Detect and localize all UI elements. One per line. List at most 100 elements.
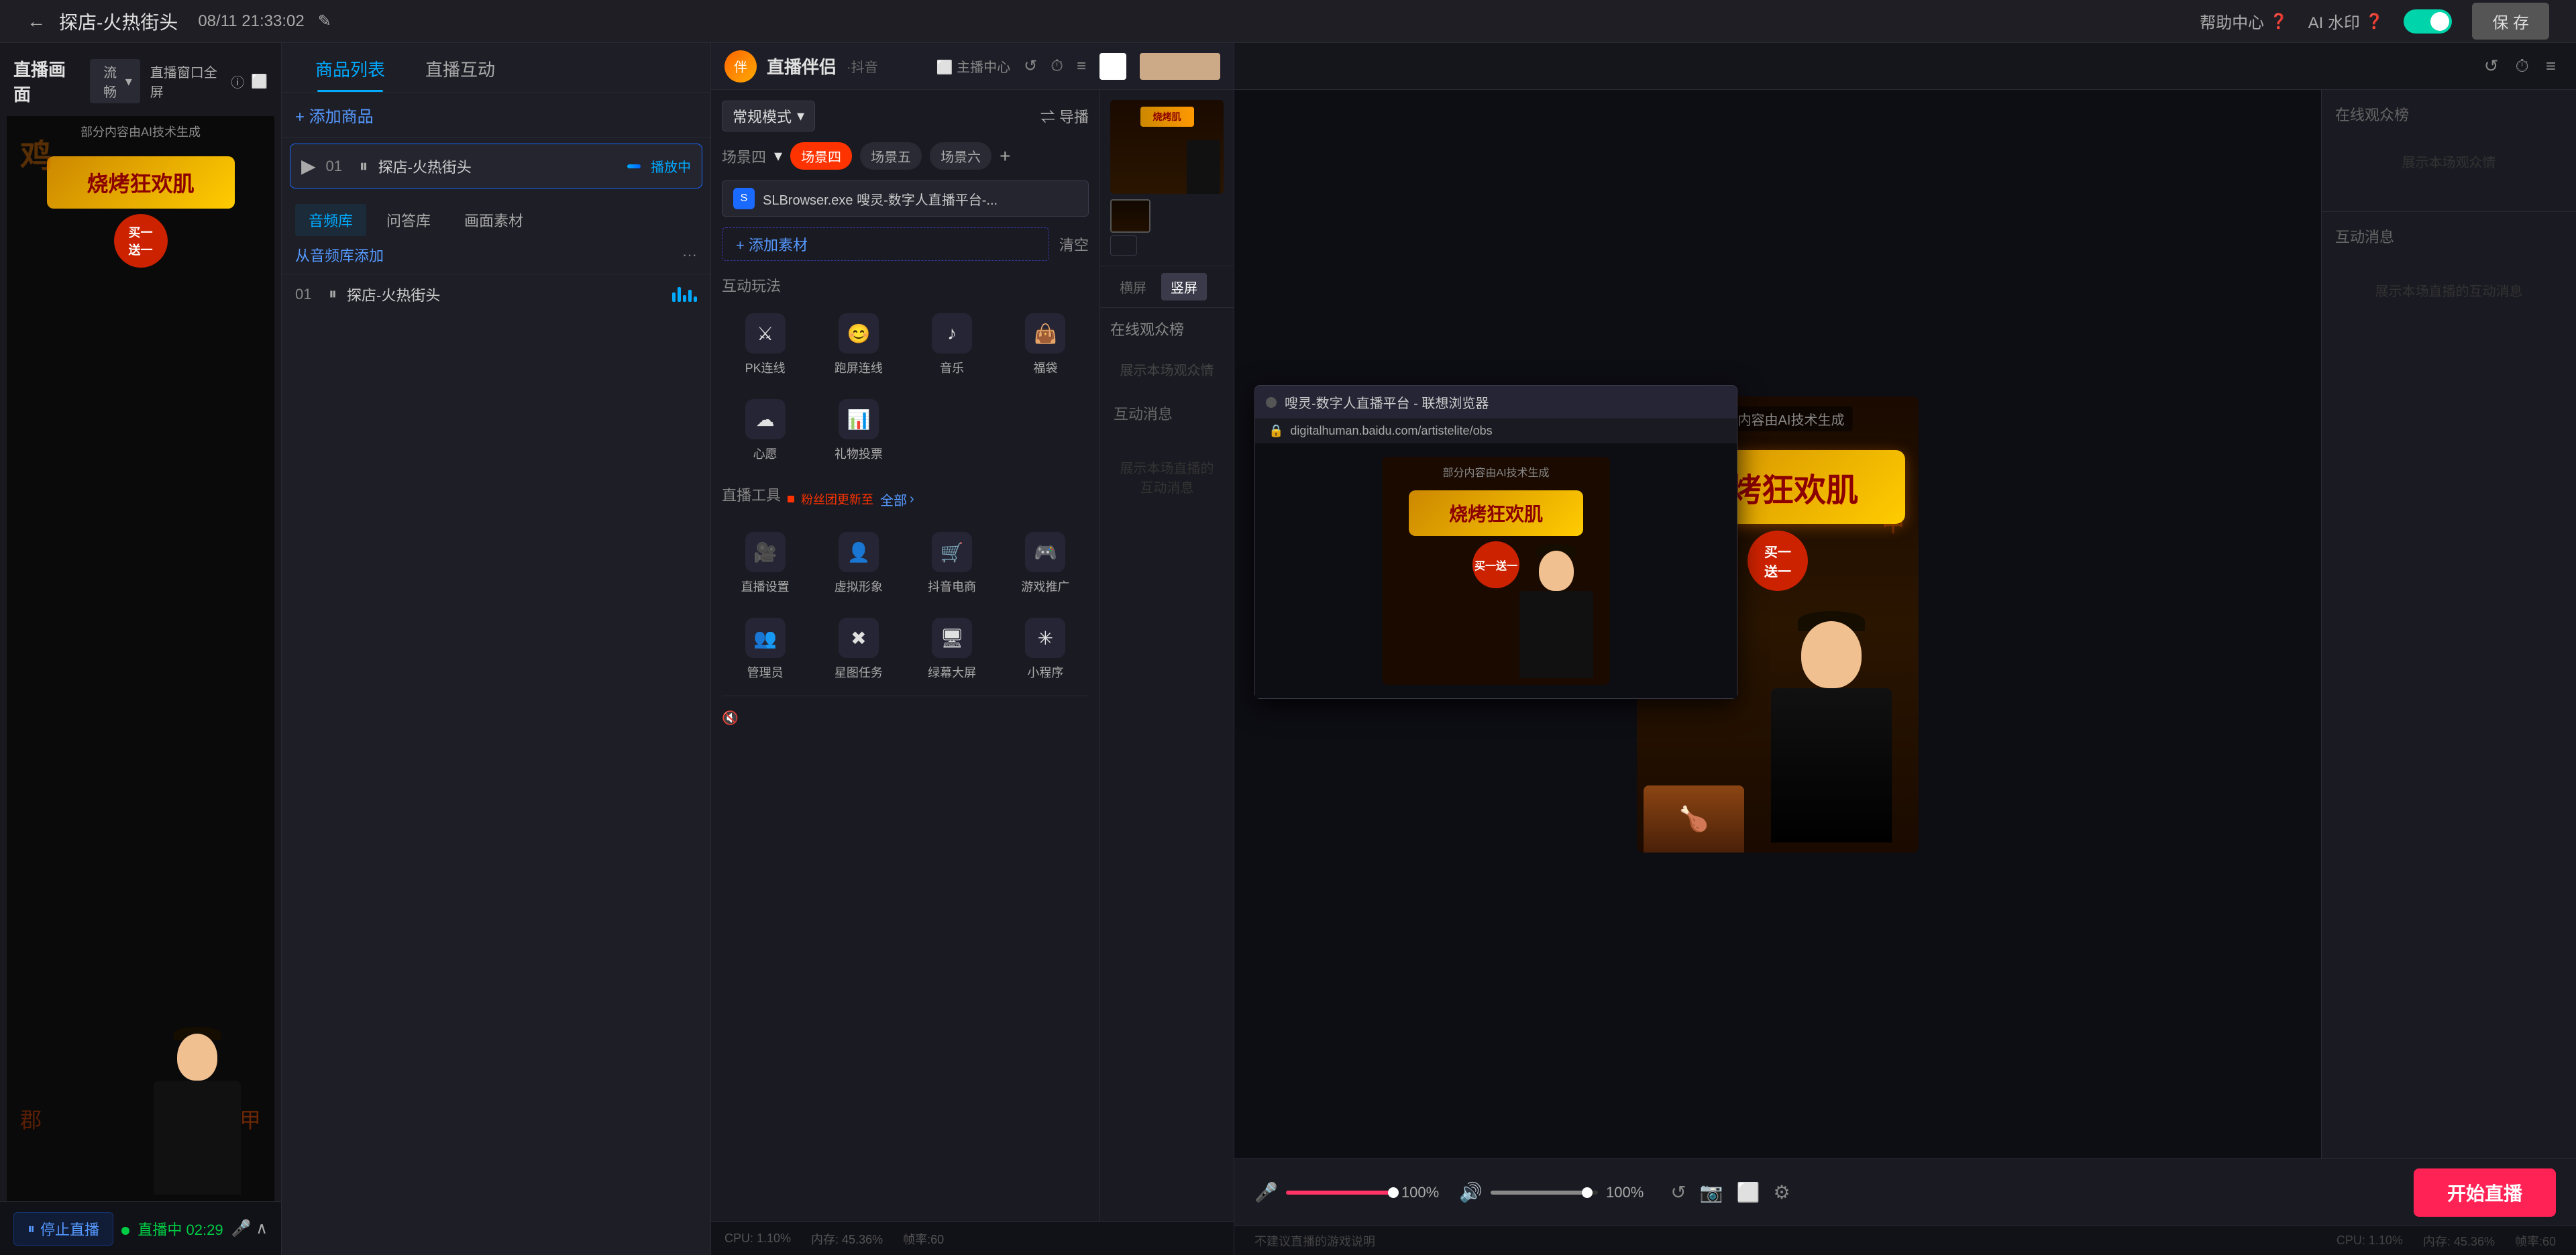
tool-douyin-ecom-label: 抖音电商 [928, 578, 976, 595]
product-name: 探店-火热街头 [378, 156, 617, 177]
start-live-button[interactable]: 开始直播 [2414, 1168, 2556, 1217]
scene-add-button[interactable]: + [1000, 146, 1010, 167]
menu-action-icon[interactable]: ≡ [2546, 56, 2556, 76]
tab-live-interaction[interactable]: 直播互动 [405, 43, 515, 92]
app-notification: S SLBrowser.exe 嗖灵-数字人直播平台-... [722, 180, 1089, 217]
tool-douyin-ecom[interactable]: 🛒 抖音电商 [909, 524, 996, 603]
tab-visual-material[interactable]: 画面素材 [451, 204, 537, 236]
viewers-placeholder: 展示本场观众情 [1110, 360, 1224, 379]
companion-header: 伴 直播伴侣 ·抖音 ⬜ 主播中心 ↺ ⏱ ≡ [711, 43, 1234, 90]
speaker-volume-control: 🔊 100% [1459, 1181, 1644, 1203]
timer-icon[interactable]: ⏱ [1051, 57, 1063, 76]
mode-row: 常规模式 ▾ ⇌ 导播 [722, 101, 1089, 131]
live-title: 直播画面 [13, 56, 80, 106]
scene-button-0[interactable]: 场景四 [790, 142, 852, 170]
viewers-section: 在线观众榜 展示本场观众情 [2322, 90, 2576, 212]
tools-header: 直播工具 粉丝团更新至 全部 › [722, 484, 1089, 514]
settings-ctrl-icon[interactable]: ⚙ [1774, 1181, 1790, 1203]
tool-green-screen[interactable]: 🖥 绿幕大屏 [909, 610, 996, 689]
screen-icon: 😊 [839, 313, 879, 353]
app-notif-text: SLBrowser.exe 嗖灵-数字人直播平台-... [763, 189, 998, 209]
quality-button[interactable]: 流畅 ▾ [90, 59, 140, 103]
play-icon[interactable]: ▶ [301, 155, 316, 177]
timer-action-icon[interactable]: ⏱ [2516, 56, 2529, 77]
right-interact-placeholder: 展示本场直播的互动消息 [2335, 254, 2563, 327]
stop-live-button[interactable]: ⏸ 停止直播 [13, 1212, 113, 1246]
guide-button[interactable]: ⇌ 导播 [1040, 105, 1089, 127]
main-preview: 部分内容由AI技术生成 鸡 烧烤狂欢肌 买一送一 甲 [1234, 90, 2321, 1158]
interaction-wish[interactable]: ☁ 心愿 [722, 391, 808, 470]
mic-icon: 🎤 [1254, 1181, 1278, 1203]
interaction-screen[interactable]: 😊 跑屏连线 [815, 305, 902, 384]
camera-ctrl-icon[interactable]: 📷 [1700, 1181, 1723, 1203]
add-material-row: + 添加素材 清空 [722, 227, 1089, 261]
tools-all-link[interactable]: 全部 › [880, 490, 914, 509]
interaction-gift[interactable]: 👜 福袋 [1002, 305, 1089, 384]
fullscreen-toggle[interactable]: ⬜ [251, 73, 268, 90]
refresh-ctrl-icon[interactable]: ↺ [1670, 1181, 1686, 1203]
white-square-button[interactable] [1099, 53, 1126, 80]
douyin-ecom-icon: 🛒 [932, 532, 972, 572]
green-screen-icon: 🖥 [932, 618, 972, 658]
refresh-icon[interactable]: ↺ [1024, 56, 1037, 76]
admin-icon: 👥 [745, 618, 786, 658]
scene-button-2[interactable]: 场景六 [930, 142, 991, 170]
tool-live-settings[interactable]: 🎥 直播设置 [722, 524, 808, 603]
speaker-slider[interactable] [1491, 1191, 1598, 1195]
ai-watermark-switch[interactable] [2404, 9, 2452, 34]
refresh-action-icon[interactable]: ↺ [2484, 56, 2499, 76]
wish-label: 心愿 [753, 445, 777, 462]
mini-program-icon: ✳ [1025, 618, 1065, 658]
interaction-pk[interactable]: ⚔ PK连线 [722, 305, 808, 384]
audio-number: 01 [295, 286, 319, 303]
interaction-vote[interactable]: 📊 礼物投票 [815, 391, 902, 470]
top-bar: ← 探店-火热街头 08/11 21:33:02 ✎ 帮助中心 ❓ AI 水印 … [0, 0, 2576, 43]
help-button[interactable]: 帮助中心 ❓ [2200, 9, 2288, 33]
lock-icon: 🔒 [1269, 424, 1283, 438]
more-options-button[interactable]: ··· [682, 246, 697, 264]
back-button[interactable]: ← [27, 11, 46, 32]
from-library-row: 从音频库添加 ··· [282, 236, 710, 274]
mic-slider[interactable] [1286, 1191, 1393, 1195]
mic-volume-label: 100% [1401, 1184, 1439, 1201]
music-icon: ♪ [932, 313, 972, 353]
audio-pause-button[interactable]: ⏸ [329, 285, 337, 304]
mem-stat: 内存: 45.36% [811, 1230, 883, 1248]
interaction-music[interactable]: ♪ 音乐 [909, 305, 996, 384]
tool-virtual-avatar[interactable]: 👤 虚拟形象 [815, 524, 902, 603]
speaker-icon: 🔊 [1459, 1181, 1483, 1203]
product-number: 01 [326, 158, 350, 175]
tab-audio-library[interactable]: 音频库 [295, 204, 366, 236]
clear-button[interactable]: 清空 [1059, 233, 1089, 255]
tab-product-list[interactable]: 商品列表 [295, 43, 405, 92]
tool-mini-program[interactable]: ✳ 小程序 [1002, 610, 1089, 689]
tool-game-promo[interactable]: 🎮 游戏推广 [1002, 524, 1089, 603]
scene-button-1[interactable]: 场景五 [860, 142, 922, 170]
mic-button[interactable]: 🎤 ∧ [231, 1219, 268, 1238]
live-settings-icon: 🎥 [745, 532, 786, 572]
tool-virtual-avatar-label: 虚拟形象 [835, 578, 883, 595]
tool-star-task[interactable]: ✖ 星图任务 [815, 610, 902, 689]
pause-button[interactable]: ⏸ [360, 156, 368, 177]
landscape-view-button[interactable]: 横屏 [1110, 273, 1156, 301]
tab-qa[interactable]: 问答库 [373, 204, 444, 236]
tool-admin[interactable]: 👥 管理员 [722, 610, 808, 689]
products-panel: 商品列表 直播互动 + 添加商品 ▶ 01 ⏸ 探店-火热街头 播放中 音频库 … [282, 43, 711, 1255]
app-notif-icon: S [733, 188, 755, 209]
mode-select[interactable]: 常规模式 ▾ [722, 101, 815, 131]
add-material-button[interactable]: + 添加素材 [722, 227, 1049, 261]
from-library-button[interactable]: 从音频库添加 [295, 244, 384, 266]
menu-icon[interactable]: ≡ [1077, 57, 1086, 76]
audio-item[interactable]: 01 ⏸ 探店-火热街头 [282, 274, 710, 315]
window-ctrl-icon[interactable]: ⬜ [1737, 1181, 1760, 1203]
scene-row: 场景四 ▾ 场景四 场景五 场景六 + [722, 142, 1089, 170]
save-button[interactable]: 保 存 [2472, 3, 2549, 40]
add-product-button[interactable]: + 添加商品 [282, 93, 710, 138]
viewers-title: 在线观众榜 [2335, 103, 2563, 125]
product-item[interactable]: ▶ 01 ⏸ 探店-火热街头 播放中 [290, 144, 702, 188]
edit-icon[interactable]: ✎ [318, 11, 331, 31]
host-center-button[interactable]: ⬜ 主播中心 [936, 56, 1010, 76]
portrait-view-button[interactable]: 竖屏 [1161, 273, 1207, 301]
browser-dot-1 [1266, 397, 1277, 408]
online-viewers-title: 在线观众榜 [1110, 318, 1224, 339]
